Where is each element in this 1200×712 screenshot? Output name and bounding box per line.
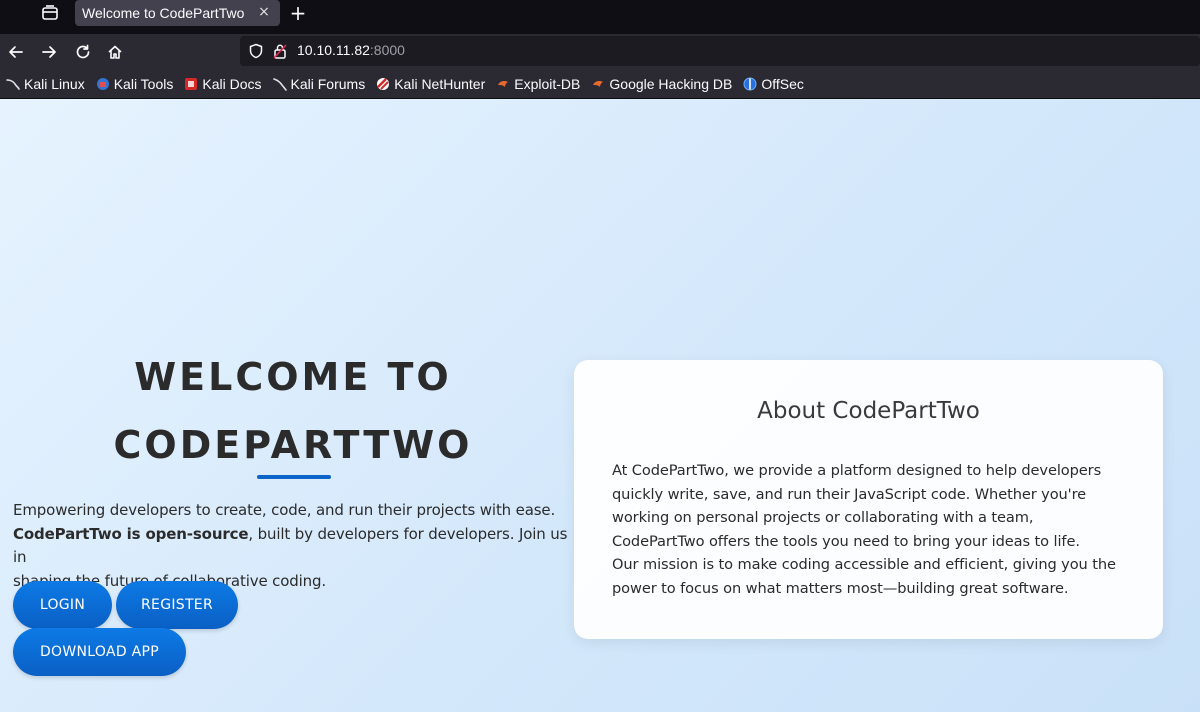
- bookmark-kali-linux[interactable]: Kali Linux: [6, 76, 85, 92]
- about-title: About CodePartTwo: [757, 398, 980, 424]
- bookmark-label: Kali Forums: [290, 76, 366, 92]
- about-card: About CodePartTwo At CodePartTwo, we pro…: [574, 360, 1163, 639]
- offsec-icon: [743, 77, 757, 91]
- tracking-protection-shield-icon[interactable]: [248, 43, 264, 63]
- hero-title: WELCOME TO CODEPARTTWO: [13, 343, 573, 479]
- download-app-button[interactable]: DOWNLOAD APP: [13, 628, 186, 676]
- bookmark-offsec[interactable]: OffSec: [743, 76, 804, 92]
- about-line: At CodePartTwo, we provide a platform de…: [612, 462, 1102, 479]
- bookmark-exploit-db[interactable]: Exploit-DB: [496, 76, 580, 92]
- bookmark-label: Kali Linux: [24, 76, 85, 92]
- about-line: quickly write, save, and run their JavaS…: [612, 485, 1087, 503]
- hero-text-strong: CodePartTwo is open-source: [13, 524, 249, 543]
- bookmark-label: OffSec: [761, 76, 804, 92]
- insecure-lock-icon[interactable]: [273, 43, 287, 63]
- close-tab-icon[interactable]: ×: [256, 4, 272, 20]
- about-line: power to focus on what matters most—buil…: [612, 579, 1069, 597]
- new-tab-icon[interactable]: +: [288, 1, 308, 25]
- bookmark-kali-nethunter[interactable]: Kali NetHunter: [376, 76, 485, 92]
- login-button[interactable]: LOGIN: [13, 581, 112, 629]
- exploit-db-icon: [496, 77, 510, 91]
- bookmark-label: Kali Docs: [202, 76, 262, 92]
- nethunter-icon: [376, 77, 390, 91]
- hero-title-line-2: CODEPARTTWO: [113, 423, 473, 467]
- title-underline: [257, 475, 331, 479]
- back-arrow-icon[interactable]: [5, 41, 27, 63]
- bookmark-kali-docs[interactable]: Kali Docs: [184, 76, 262, 92]
- ghdb-icon: [591, 77, 605, 91]
- url-host: 10.10.11.82: [297, 42, 370, 58]
- bookmark-label: Google Hacking DB: [609, 76, 733, 92]
- browser-tab[interactable]: Welcome to CodePartTwo ×: [75, 0, 280, 26]
- register-button[interactable]: REGISTER: [116, 581, 238, 629]
- tab-strip: Welcome to CodePartTwo × +: [0, 0, 1200, 34]
- reload-icon[interactable]: [72, 41, 94, 63]
- url-text[interactable]: 10.10.11.82:8000: [297, 42, 405, 58]
- list-all-tabs-icon[interactable]: [40, 4, 60, 22]
- url-port: :8000: [369, 42, 405, 58]
- about-line: CodePartTwo offers the tools you need to…: [612, 532, 1080, 550]
- bookmark-label: Kali NetHunter: [394, 76, 486, 92]
- kali-dragon-icon: [6, 77, 20, 91]
- kali-docs-icon: [184, 77, 198, 91]
- hero-title-line-1: WELCOME TO: [134, 355, 452, 399]
- hero-description: Empowering developers to create, code, a…: [13, 499, 573, 593]
- bookmark-label: Kali Tools: [113, 76, 174, 92]
- tab-title: Welcome to CodePartTwo: [82, 5, 245, 21]
- bookmark-label: Exploit-DB: [514, 76, 581, 92]
- page-content: WELCOME TO CODEPARTTWO Empowering develo…: [0, 99, 1200, 712]
- about-line: Our mission is to make coding accessible…: [612, 556, 1116, 574]
- forward-arrow-icon[interactable]: [38, 41, 60, 63]
- about-description: At CodePartTwo, we provide a platform de…: [612, 459, 1140, 601]
- home-icon[interactable]: [104, 41, 126, 63]
- bookmark-kali-forums[interactable]: Kali Forums: [272, 76, 366, 92]
- kali-forums-icon: [272, 77, 287, 91]
- bookmark-kali-tools[interactable]: Kali Tools: [96, 76, 174, 92]
- kali-tools-icon: [96, 77, 110, 91]
- address-bar[interactable]: 10.10.11.82:8000: [240, 36, 1200, 66]
- hero-text-line-1: Empowering developers to create, code, a…: [13, 501, 556, 519]
- about-line: working on personal projects or collabor…: [612, 509, 1034, 527]
- navigation-toolbar: 10.10.11.82:8000: [0, 34, 1200, 70]
- bookmarks-toolbar: Kali Linux Kali Tools Kali Docs Kali For…: [0, 70, 1200, 99]
- bookmark-google-hacking-db[interactable]: Google Hacking DB: [591, 76, 732, 92]
